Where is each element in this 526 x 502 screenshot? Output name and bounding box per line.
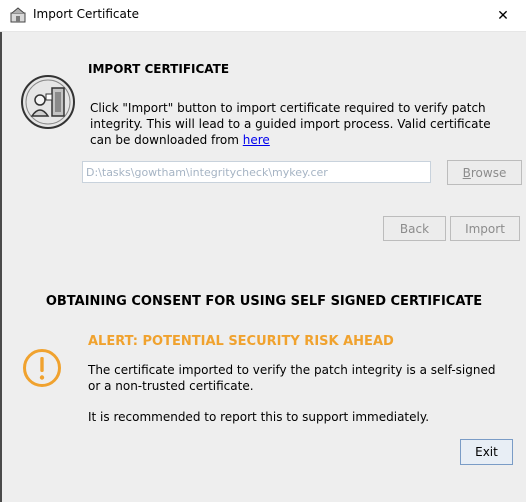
import-description-text: Click "Import" button to import certific… <box>90 101 491 147</box>
warning-icon <box>23 349 61 387</box>
certificate-icon <box>21 75 75 129</box>
recommendation-text: It is recommended to report this to supp… <box>88 410 430 424</box>
import-description: Click "Import" button to import certific… <box>90 100 510 148</box>
browse-label: rowse <box>470 165 507 180</box>
consent-heading: OBTAINING CONSENT FOR USING SELF SIGNED … <box>45 294 483 309</box>
alert-text: The certificate imported to verify the p… <box>88 363 496 393</box>
title-bar: Import Certificate ✕ <box>0 0 526 32</box>
close-icon: ✕ <box>497 7 509 24</box>
download-link[interactable]: here <box>243 133 270 147</box>
dialog-content: IMPORT CERTIFICATE Click "Import" button… <box>0 32 526 502</box>
back-button[interactable]: Back <box>383 216 446 241</box>
browse-mnemonic: B <box>462 165 471 180</box>
app-icon <box>10 7 26 23</box>
exit-button[interactable]: Exit <box>460 439 513 465</box>
import-heading: IMPORT CERTIFICATE <box>88 62 230 76</box>
certificate-path-field[interactable] <box>82 161 431 183</box>
browse-button[interactable]: Browse <box>447 160 522 185</box>
window-title: Import Certificate <box>33 7 139 21</box>
close-button[interactable]: ✕ <box>480 0 526 31</box>
alert-title: ALERT: POTENTIAL SECURITY RISK AHEAD <box>88 334 394 349</box>
import-button[interactable]: Import <box>450 216 520 241</box>
